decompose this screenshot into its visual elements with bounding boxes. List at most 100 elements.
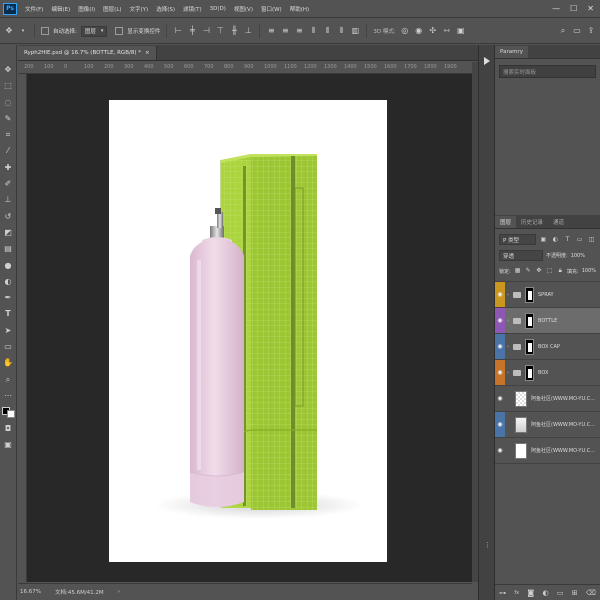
menu-view[interactable]: 视图(V) [230, 5, 257, 13]
distribute-left-icon[interactable]: ⫴ [308, 26, 318, 36]
document-canvas[interactable] [109, 100, 387, 562]
menu-image[interactable]: 图像(I) [74, 5, 99, 13]
align-right-icon[interactable]: ⊣ [201, 26, 211, 36]
distribute-top-icon[interactable]: ≡ [266, 26, 276, 36]
quick-mask-icon[interactable]: ◘ [2, 422, 14, 435]
eye-icon[interactable]: ◉ [495, 360, 505, 385]
quick-select-tool-icon[interactable]: ✎ [2, 112, 14, 125]
marquee-tool-icon[interactable]: ⬚ [2, 79, 14, 92]
tab-layers[interactable]: 图层 [495, 216, 517, 228]
filter-shape-icon[interactable]: ▭ [575, 235, 584, 245]
eye-icon[interactable]: ◉ [495, 412, 505, 437]
eraser-tool-icon[interactable]: ◩ [2, 226, 14, 239]
more-tools-icon[interactable]: ⋯ [2, 389, 14, 402]
maximize-button[interactable]: ☐ [570, 4, 577, 13]
transform-controls-checkbox[interactable] [115, 27, 124, 35]
eye-icon[interactable]: ◉ [495, 308, 505, 333]
align-center-icon[interactable]: ╪ [187, 26, 197, 36]
close-button[interactable]: ✕ [587, 4, 594, 13]
crop-tool-icon[interactable]: ⌗ [2, 128, 14, 141]
align-left-icon[interactable]: ⊢ [173, 26, 183, 36]
mask-icon[interactable]: ◙ [527, 589, 534, 597]
menu-3d[interactable]: 3D(D) [206, 6, 230, 12]
layer-row-pattern[interactable]: ◉ 阿鱼社区(WWW.MO-YU.C... [495, 386, 600, 412]
layer-row-box-cap[interactable]: ◉ › BOX CAP [495, 334, 600, 360]
align-top-icon[interactable]: ⊤ [215, 26, 225, 36]
blur-tool-icon[interactable]: ● [2, 259, 14, 272]
menu-select[interactable]: 选择(S) [152, 5, 179, 13]
menu-layer[interactable]: 图层(L) [99, 5, 125, 13]
auto-select-dropdown[interactable]: 图层 ▾ [80, 25, 108, 37]
chevron-down-icon[interactable]: ▾ [18, 26, 28, 36]
zoom-tool-icon[interactable]: ⌕ [2, 373, 14, 386]
layer-mask-thumbnail[interactable] [525, 338, 534, 355]
tab-properties[interactable]: Paramry [495, 46, 528, 58]
type-tool-icon[interactable]: T [2, 307, 14, 320]
eye-icon[interactable]: ◉ [495, 386, 505, 411]
lock-position-icon[interactable]: ✥ [535, 266, 543, 276]
blend-mode-dropdown[interactable]: 穿透 [499, 250, 543, 261]
layer-row-image[interactable]: ◉ 阿鱼社区(WWW.MO-YU.C... [495, 412, 600, 438]
distribute-middle-icon[interactable]: ≡ [280, 26, 290, 36]
lasso-tool-icon[interactable]: ◌ [2, 96, 14, 109]
folder-icon[interactable]: ▭ [557, 589, 564, 597]
filter-type-icon[interactable]: T [563, 235, 572, 245]
layer-mask-thumbnail[interactable] [525, 286, 534, 303]
layer-row-box[interactable]: ◉ › BOX [495, 360, 600, 386]
history-brush-tool-icon[interactable]: ↺ [2, 210, 14, 223]
brush-tool-icon[interactable]: ✐ [2, 177, 14, 190]
menu-type[interactable]: 文字(Y) [126, 5, 153, 13]
layer-mask-thumbnail[interactable] [525, 364, 534, 381]
orbit-3d-icon[interactable]: ◎ [400, 26, 410, 36]
lock-pixels-icon[interactable]: ▦ [514, 266, 522, 276]
play-icon[interactable] [483, 57, 490, 65]
document-tab[interactable]: Ryph2HIE.psd @ 16.7% (BOTTLE, RGB/8) * × [18, 46, 157, 60]
layer-thumbnail[interactable] [515, 390, 527, 407]
fill-value[interactable]: 100% [582, 268, 596, 274]
zoom-level[interactable]: 16.67% [20, 589, 41, 595]
eyedropper-tool-icon[interactable]: ⁄ [2, 144, 14, 157]
status-menu-arrow[interactable]: › [118, 589, 120, 595]
layer-row-bottle[interactable]: ◉ › BOTTLE [495, 308, 600, 334]
color-swatches[interactable] [1, 407, 15, 419]
canvas-area[interactable] [27, 74, 472, 582]
lock-artboard-icon[interactable]: ⬚ [546, 266, 554, 276]
tab-history[interactable]: 历史记录 [516, 216, 549, 228]
eye-icon[interactable]: ◉ [495, 334, 505, 359]
tab-channels[interactable]: 通道 [548, 216, 570, 228]
layer-thumbnail[interactable] [515, 416, 527, 433]
adjustment-icon[interactable]: ◐ [542, 589, 548, 597]
share-icon[interactable]: ⇪ [586, 26, 596, 36]
trash-icon[interactable]: ⌫ [586, 589, 596, 597]
path-select-tool-icon[interactable]: ➤ [2, 324, 14, 337]
fx-icon[interactable]: fx [514, 590, 519, 596]
menu-window[interactable]: 窗口(W) [257, 5, 286, 13]
eye-icon[interactable]: ◉ [495, 282, 505, 307]
pan-3d-icon[interactable]: ✣ [428, 26, 438, 36]
clone-stamp-tool-icon[interactable]: ⊥ [2, 193, 14, 206]
rectangle-tool-icon[interactable]: ▭ [2, 340, 14, 353]
filter-smart-icon[interactable]: ◫ [587, 235, 596, 245]
hand-tool-icon[interactable]: ✋ [2, 356, 14, 369]
new-layer-icon[interactable]: ⊞ [572, 589, 578, 597]
distribute-right-icon[interactable]: ⫴ [336, 26, 346, 36]
minimize-button[interactable]: — [552, 4, 560, 13]
filter-pixel-icon[interactable]: ▣ [539, 235, 548, 245]
lock-brush-icon[interactable]: ✎ [524, 266, 532, 276]
pen-tool-icon[interactable]: ✒ [2, 291, 14, 304]
auto-align-icon[interactable]: ▥ [350, 26, 360, 36]
scale-3d-icon[interactable]: ▣ [456, 26, 466, 36]
menu-file[interactable]: 文件(F) [21, 5, 47, 13]
link-icon[interactable]: ⊶ [499, 589, 506, 597]
vertical-ruler[interactable] [18, 74, 27, 582]
slide-3d-icon[interactable]: ⇿ [442, 26, 452, 36]
screen-mode-icon[interactable]: ▣ [2, 438, 14, 451]
layer-thumbnail[interactable] [515, 442, 527, 459]
move-tool-icon[interactable]: ✥ [2, 63, 14, 76]
layer-row-spray[interactable]: ◉ › SPRAY [495, 282, 600, 308]
horizontal-ruler[interactable]: 200 100 0 100 200 300 400 500 600 700 80… [18, 62, 472, 74]
distribute-center-icon[interactable]: ⫴ [322, 26, 332, 36]
menu-filter[interactable]: 滤镜(T) [179, 5, 206, 13]
expand-panel-icon[interactable]: ⋮ [484, 541, 491, 549]
lock-all-icon[interactable]: 🔒︎ [556, 266, 564, 276]
